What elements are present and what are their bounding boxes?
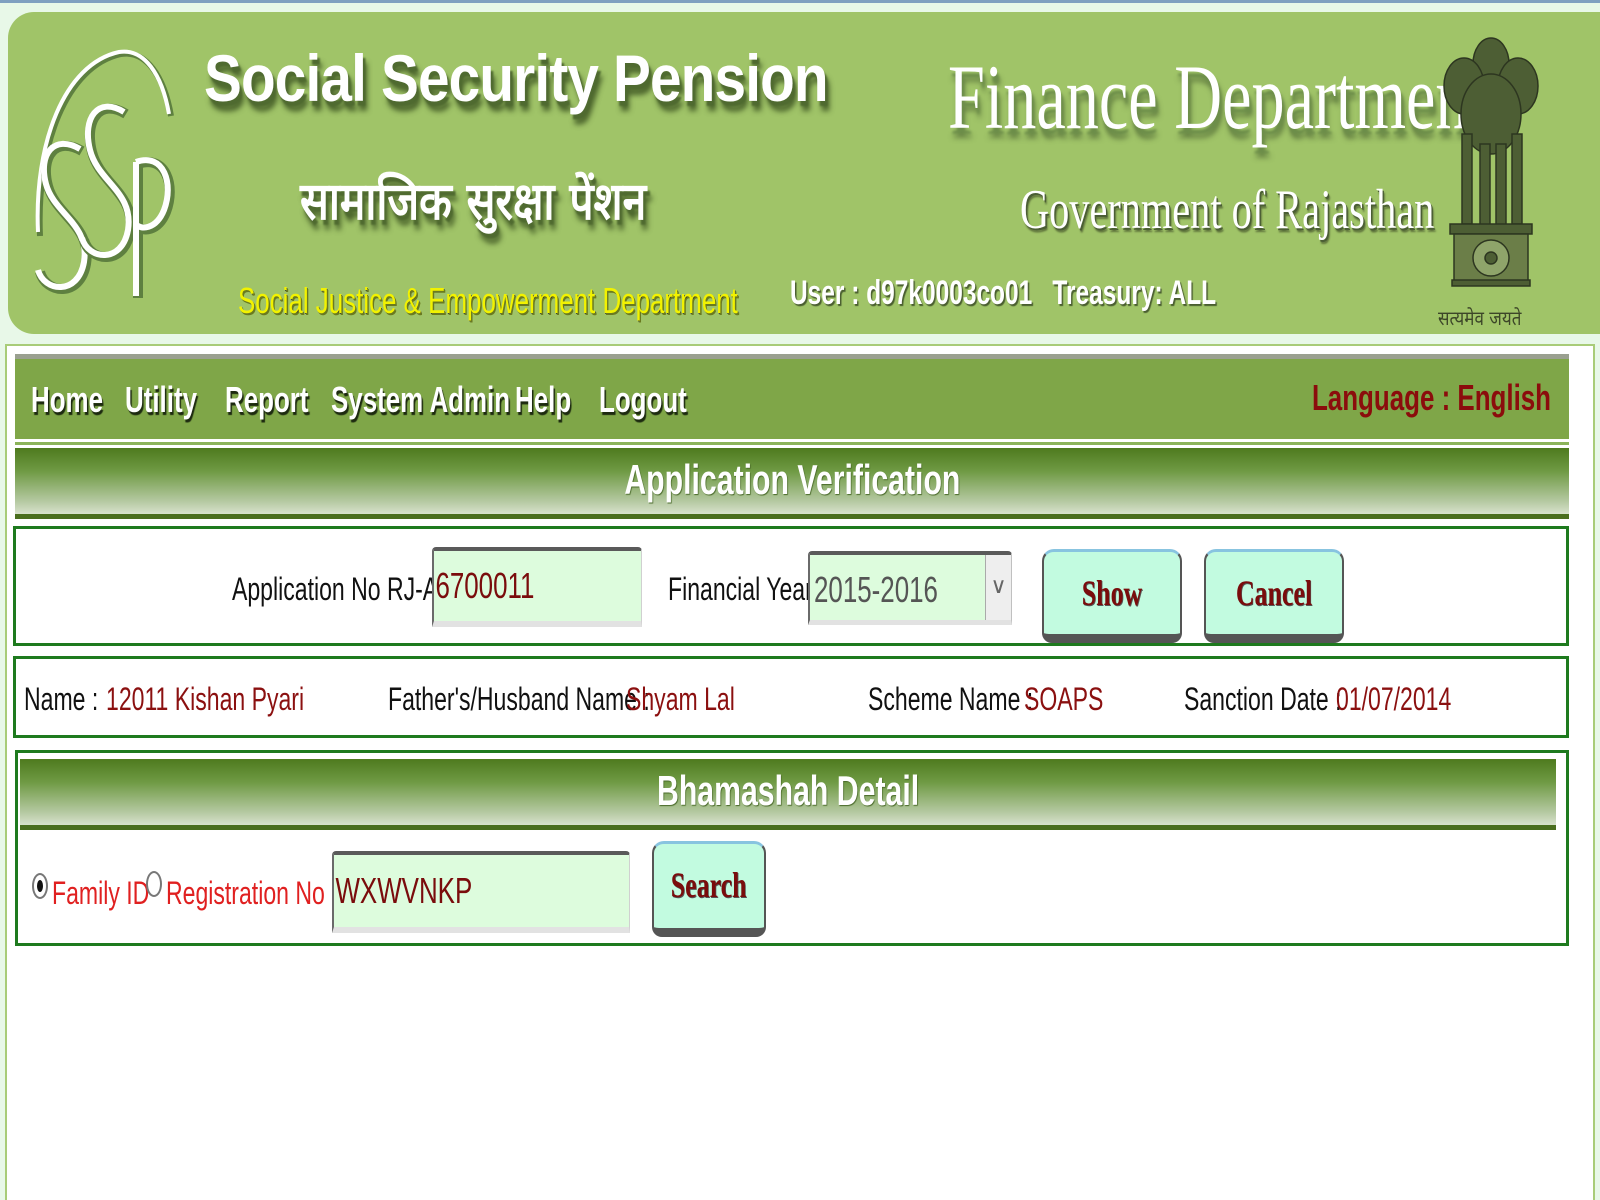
search-button[interactable]: Search xyxy=(652,841,766,937)
application-no-label: Application No RJ-A- xyxy=(232,571,446,607)
registration-no-radio[interactable] xyxy=(146,871,162,897)
sanction-date-label: Sanction Date : xyxy=(1184,681,1342,717)
bhamashah-search-input[interactable] xyxy=(334,855,629,927)
main-navigation: Home Utility Report System Admin Help Lo… xyxy=(15,354,1569,442)
application-no-input[interactable] xyxy=(434,551,641,621)
main-content: Home Utility Report System Admin Help Lo… xyxy=(5,344,1595,1200)
nav-report[interactable]: Report xyxy=(225,379,309,421)
nav-utility[interactable]: Utility xyxy=(125,379,197,421)
financial-year-label: Financial Year xyxy=(668,571,813,607)
app-title-english: Social Security Pension xyxy=(204,41,829,115)
name-value: 12011 Kishan Pyari xyxy=(106,681,305,717)
application-verification-title: Application Verification xyxy=(623,456,961,503)
scheme-name-label: Scheme Name : xyxy=(868,681,1034,717)
nav-logout[interactable]: Logout xyxy=(599,379,687,421)
user-info: User : d97k0003co01 Treasury: ALL xyxy=(790,274,1216,313)
sanction-date-value: 01/07/2014 xyxy=(1336,681,1452,717)
financial-year-select[interactable]: 2015-2016 ∨ xyxy=(808,551,1012,625)
emblem-motto: सत्यमेव जयते xyxy=(1438,306,1522,330)
top-window-strip xyxy=(0,0,1600,3)
show-button[interactable]: Show xyxy=(1042,549,1182,643)
registration-no-radio-label[interactable]: Registration No xyxy=(166,875,325,912)
government-subtitle: Government of Rajasthan xyxy=(1020,179,1435,241)
finance-department-title: Finance Department xyxy=(948,46,1487,148)
application-no-field[interactable] xyxy=(432,547,642,627)
father-husband-name-label: Father's/Husband Name : xyxy=(388,681,650,717)
name-label: Name : xyxy=(24,681,99,717)
bhamashah-panel: Bhamashah Detail Family ID Registration … xyxy=(15,750,1569,946)
app-title-hindi: सामाजिक सुरक्षा पेंशन xyxy=(300,172,647,232)
ssp-logo-icon xyxy=(35,49,175,298)
department-name: Social Justice & Empowerment Department xyxy=(238,280,738,321)
family-id-radio-label[interactable]: Family ID xyxy=(52,875,149,912)
verification-search-panel: Application No RJ-A- Financial Year 2015… xyxy=(13,526,1569,646)
header-banner: Social Security Pension सामाजिक सुरक्षा … xyxy=(8,12,1600,334)
father-husband-name-value: Shyam Lal xyxy=(626,681,735,717)
cancel-button-label: Cancel xyxy=(1235,573,1313,613)
search-button-label: Search xyxy=(671,865,747,905)
treasury-info: Treasury: ALL xyxy=(1052,274,1217,312)
family-id-radio[interactable] xyxy=(32,873,48,899)
scheme-name-value: SOAPS xyxy=(1024,681,1104,717)
chevron-down-icon[interactable]: ∨ xyxy=(985,555,1011,620)
show-button-label: Show xyxy=(1081,573,1143,613)
nav-home[interactable]: Home xyxy=(31,379,103,421)
cancel-button[interactable]: Cancel xyxy=(1204,549,1344,643)
bhamashah-header: Bhamashah Detail xyxy=(20,759,1556,830)
applicant-info-panel: Name : 12011 Kishan Pyari Father's/Husba… xyxy=(13,656,1569,738)
nav-help[interactable]: Help xyxy=(515,379,571,421)
national-emblem-icon xyxy=(1443,37,1539,287)
financial-year-value: 2015-2016 xyxy=(814,569,938,610)
user-id: User : d97k0003co01 xyxy=(790,274,1033,312)
bhamashah-title: Bhamashah Detail xyxy=(656,767,920,814)
application-verification-header: Application Verification xyxy=(15,448,1569,519)
bhamashah-search-field[interactable] xyxy=(332,851,630,933)
language-selector[interactable]: Language : English xyxy=(1312,377,1551,419)
nav-system-admin[interactable]: System Admin xyxy=(331,379,510,421)
